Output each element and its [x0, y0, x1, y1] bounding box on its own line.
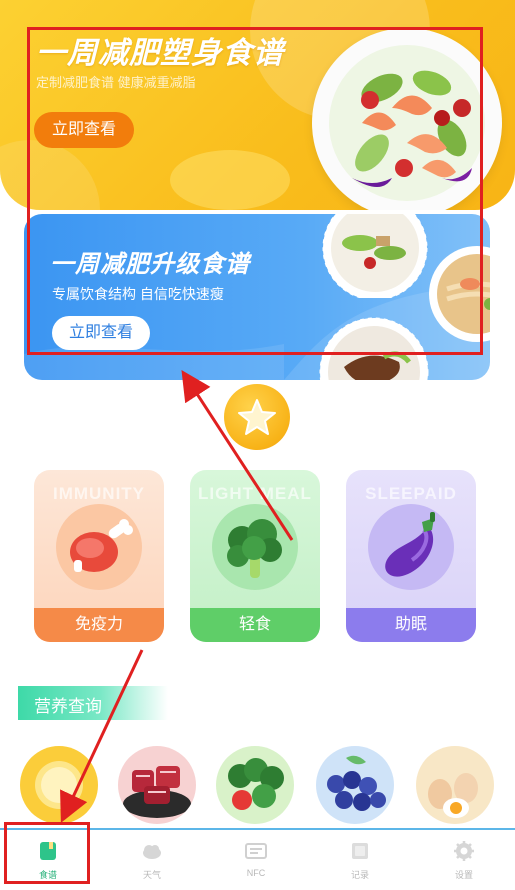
gear-icon [454, 841, 474, 861]
food-item-vegetable[interactable] [216, 746, 294, 824]
tab-label: NFC [246, 868, 266, 878]
category-card-immunity[interactable]: IMMUNITY 免疫力 [34, 470, 164, 642]
annotation-highlight-tab [4, 822, 90, 884]
tab-label: 设置 [454, 870, 473, 880]
nutrition-heading-text: 营养查询 [34, 697, 102, 716]
star-badge[interactable] [224, 384, 290, 450]
blueberry-icon [327, 755, 386, 811]
tab-label: 天气 [142, 870, 161, 880]
tab-settings[interactable]: 设置 [434, 840, 494, 886]
nutrition-section-heading: 营养查询 [18, 686, 168, 720]
star-icon [238, 399, 276, 435]
category-image [368, 504, 454, 590]
app-screen: 一周减肥塑身食谱 定制减肥食谱 健康减重减脂 立即查看 一周减肥升级食谱 专属饮… [0, 0, 515, 890]
category-label: 免疫力 [34, 608, 164, 642]
annotation-highlight-banner [27, 27, 483, 355]
category-card-light-meal[interactable]: LIGHT MEAL 轻食 [190, 470, 320, 642]
egg-icon [428, 773, 478, 818]
tab-records[interactable]: 记录 [330, 840, 390, 886]
category-label: 助眠 [346, 608, 476, 642]
category-english-label: SLEEPAID [365, 484, 457, 503]
note-icon [352, 843, 368, 859]
fruit-icon [35, 761, 83, 809]
tab-nfc[interactable]: NFC [226, 840, 286, 886]
tab-weather[interactable]: 天气 [122, 840, 182, 886]
category-english-label: IMMUNITY [52, 484, 146, 503]
food-item-meat[interactable] [118, 746, 196, 824]
tab-label: 记录 [350, 870, 369, 880]
cloud-icon [143, 845, 161, 859]
category-image [212, 504, 298, 590]
broccoli-icon [227, 519, 282, 578]
category-label: 轻食 [190, 608, 320, 642]
category-card-sleep-aid[interactable]: SLEEPAID 助眠 [346, 470, 476, 642]
food-item-blueberry[interactable] [316, 746, 394, 824]
category-english-label: LIGHT MEAL [198, 484, 312, 503]
meat-drumstick-icon [70, 519, 133, 572]
food-item-fruit[interactable] [20, 746, 98, 824]
meat-icon [123, 766, 191, 818]
nfc-card-icon [245, 843, 267, 859]
category-image [56, 504, 142, 590]
eggplant-icon [385, 512, 435, 577]
food-item-egg[interactable] [416, 746, 494, 824]
vegetable-icon [228, 758, 284, 810]
